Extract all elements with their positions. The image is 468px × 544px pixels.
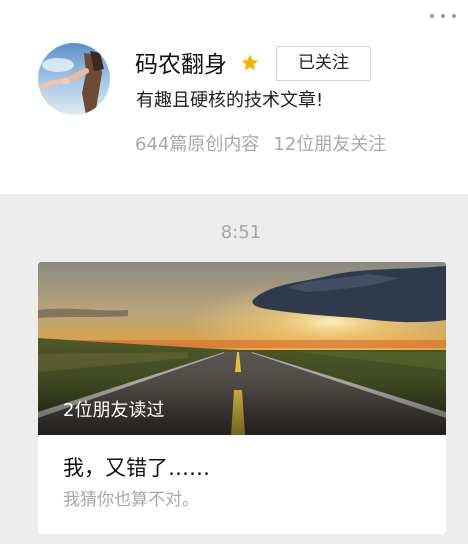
original-content-count[interactable]: 644篇原创内容 [135,134,259,155]
article-card[interactable]: 2位朋友读过 我，又错了…… 我猜你也算不对。 [38,262,446,534]
account-stats: 644篇原创内容 12位朋友关注 [135,132,386,158]
article-title[interactable]: 我，又错了…… [63,454,210,482]
account-name: 码农翻身 [135,52,227,78]
profile-card: 码农翻身 已关注 有趣且硬核的技术文章! 644篇原创内容 12位朋友关注 [0,0,468,194]
more-horizontal-icon[interactable] [430,11,456,21]
article-description: 我猜你也算不对。 [63,490,199,510]
follow-status-button[interactable]: 已关注 [276,46,371,81]
message-timestamp: 8:51 [220,222,262,243]
account-bio: 有趣且硬核的技术文章! [136,90,324,111]
friends-read-label: 2位朋友读过 [63,400,165,421]
star-icon [241,54,259,71]
friends-following-count[interactable]: 12位朋友关注 [273,134,386,155]
avatar[interactable] [38,43,110,115]
